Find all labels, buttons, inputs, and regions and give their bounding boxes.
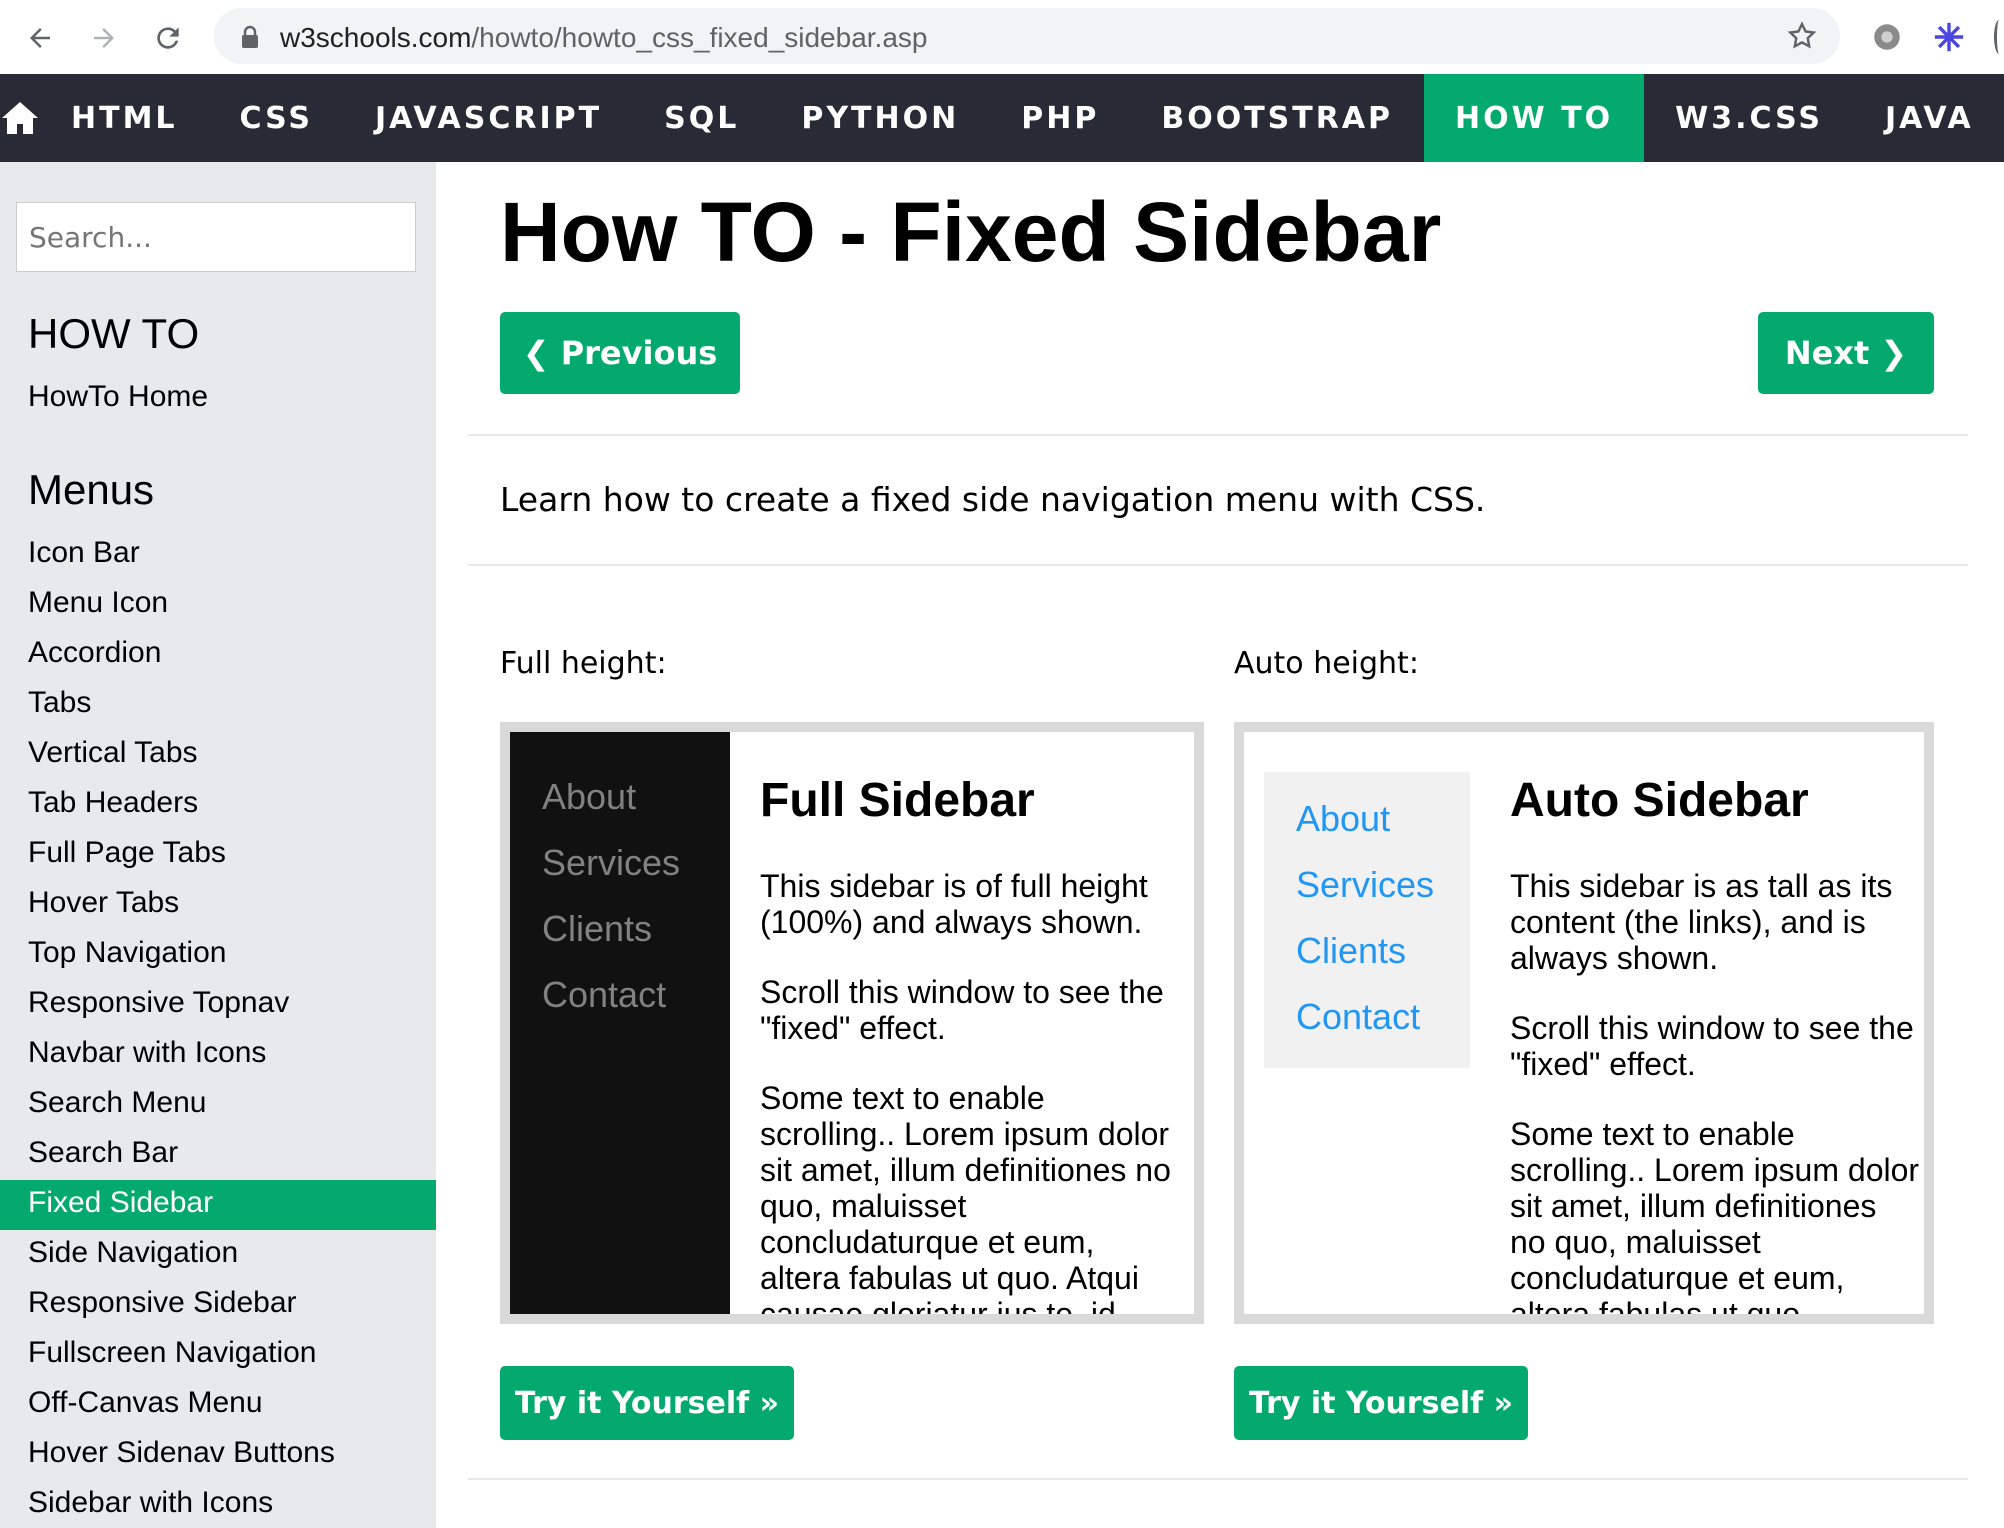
top-navigation: HTML CSS JAVASCRIPT SQL PYTHON PHP BOOTS… <box>0 74 2004 162</box>
demo-paragraph: Scroll this window to see the "fixed" ef… <box>1510 1010 1914 1082</box>
demo-paragraph: Scroll this window to see the "fixed" ef… <box>760 974 1164 1046</box>
sidebar-item[interactable]: Hover Tabs <box>0 880 436 930</box>
sidebar-item[interactable]: Sidebar with Icons <box>0 1480 436 1528</box>
demo-link-about[interactable]: About <box>1296 798 1390 840</box>
demo-link-contact[interactable]: Contact <box>1296 996 1420 1038</box>
demo-link-services[interactable]: Services <box>1296 864 1434 906</box>
home-button[interactable] <box>0 74 40 162</box>
demo-content: Full Sidebar This sidebar is of full hei… <box>760 774 1180 1324</box>
demo-paragraph: This sidebar is of full height (100%) an… <box>760 868 1148 940</box>
full-height-label: Full height: <box>500 646 667 681</box>
sidebar-item-howto-home[interactable]: HowTo Home <box>0 374 436 424</box>
sidebar-item[interactable]: Menu Icon <box>0 580 436 630</box>
extension-gear-icon[interactable] <box>1870 20 1904 59</box>
browser-toolbar: w3schools.com/howto/howto_css_fixed_side… <box>0 0 2004 74</box>
sidebar-item[interactable]: Hover Sidenav Buttons <box>0 1430 436 1480</box>
topnav-w3css[interactable]: W3.CSS <box>1644 74 1854 162</box>
sidebar-item[interactable]: Responsive Sidebar <box>0 1280 436 1330</box>
reload-icon <box>157 27 179 49</box>
url-text: w3schools.com/howto/howto_css_fixed_side… <box>280 22 928 53</box>
topnav-javascript[interactable]: JAVASCRIPT <box>344 74 633 162</box>
topnav-python[interactable]: PYTHON <box>770 74 990 162</box>
auto-height-label: Auto height: <box>1234 646 1419 681</box>
demo-heading: Auto Sidebar <box>1510 774 1809 827</box>
sidebar-item[interactable]: Navbar with Icons <box>0 1030 436 1080</box>
demo-paragraph: Some text to enable scrolling.. Lorem ip… <box>1510 1116 1920 1324</box>
profile-icon[interactable] <box>1994 20 2004 54</box>
topnav-css[interactable]: CSS <box>209 74 344 162</box>
sidebar-item[interactable]: Responsive Topnav <box>0 980 436 1030</box>
demo-link-contact[interactable]: Contact <box>542 974 666 1016</box>
forward-button[interactable] <box>84 18 124 58</box>
demo-link-clients[interactable]: Clients <box>1296 930 1406 972</box>
divider <box>468 1478 1968 1480</box>
back-button[interactable] <box>20 18 60 58</box>
sidebar-heading-howto: HOW TO <box>28 310 200 357</box>
search-input[interactable] <box>16 202 416 272</box>
divider <box>468 434 1968 436</box>
page-title: How TO - Fixed Sidebar <box>500 185 1442 279</box>
demo-link-about[interactable]: About <box>542 776 636 818</box>
topnav-php[interactable]: PHP <box>990 74 1130 162</box>
sidebar-item[interactable]: Off-Canvas Menu <box>0 1380 436 1430</box>
reload-button[interactable] <box>148 18 188 58</box>
sidebar-item-fixed-sidebar-active[interactable]: Fixed Sidebar <box>0 1180 436 1230</box>
full-sidebar-demo[interactable]: About Services Clients Contact Full Side… <box>500 722 1204 1324</box>
sidebar-item[interactable]: Search Bar <box>0 1130 436 1180</box>
topnav-sql[interactable]: SQL <box>633 74 770 162</box>
demo-heading: Full Sidebar <box>760 774 1035 827</box>
demo-link-services[interactable]: Services <box>542 842 680 884</box>
left-sidebar: HOW TO HowTo Home Menus Icon Bar Menu Ic… <box>0 162 436 1528</box>
main-content: How TO - Fixed Sidebar ❮ Previous Next ❯… <box>436 162 2004 1528</box>
intro-text: Learn how to create a fixed side navigat… <box>500 480 1486 519</box>
demo-content: Auto Sidebar This sidebar is as tall as … <box>1510 774 1920 1324</box>
demo-dark-sidebar: About Services Clients Contact <box>510 732 730 1314</box>
next-button[interactable]: Next ❯ <box>1758 312 1934 394</box>
sidebar-item[interactable]: Full Page Tabs <box>0 830 436 880</box>
sidebar-heading-menus: Menus <box>28 466 155 513</box>
home-icon <box>2 102 38 134</box>
sidebar-item[interactable]: Search Menu <box>0 1080 436 1130</box>
auto-sidebar-demo[interactable]: About Services Clients Contact Auto Side… <box>1234 722 1934 1324</box>
extension-snowflake-icon[interactable] <box>1932 20 1966 59</box>
bookmark-star-icon[interactable] <box>1786 20 1818 52</box>
topnav-java[interactable]: JAVA <box>1854 74 2004 162</box>
lock-icon <box>242 25 258 48</box>
arrow-right-icon <box>94 28 114 48</box>
topnav-html[interactable]: HTML <box>40 74 209 162</box>
address-bar[interactable]: w3schools.com/howto/howto_css_fixed_side… <box>214 8 1840 64</box>
sidebar-item[interactable]: Tab Headers <box>0 780 436 830</box>
topnav-howto[interactable]: HOW TO <box>1424 74 1645 162</box>
sidebar-item[interactable]: Accordion <box>0 630 436 680</box>
sidebar-item[interactable]: Tabs <box>0 680 436 730</box>
demo-paragraph: This sidebar is as tall as its content (… <box>1510 868 1893 976</box>
sidebar-item[interactable]: Side Navigation <box>0 1230 436 1280</box>
try-it-yourself-button-auto[interactable]: Try it Yourself » <box>1234 1366 1528 1440</box>
demo-link-clients[interactable]: Clients <box>542 908 652 950</box>
demo-paragraph: Some text to enable scrolling.. Lorem ip… <box>760 1080 1171 1324</box>
sidebar-item[interactable]: Icon Bar <box>0 530 436 580</box>
demo-light-sidebar: About Services Clients Contact <box>1264 772 1470 1068</box>
topnav-bootstrap[interactable]: BOOTSTRAP <box>1130 74 1424 162</box>
arrow-left-icon <box>30 28 50 48</box>
sidebar-item[interactable]: Top Navigation <box>0 930 436 980</box>
divider <box>468 564 1968 566</box>
try-it-yourself-button-full[interactable]: Try it Yourself » <box>500 1366 794 1440</box>
previous-button[interactable]: ❮ Previous <box>500 312 740 394</box>
sidebar-item[interactable]: Fullscreen Navigation <box>0 1330 436 1380</box>
sidebar-item[interactable]: Vertical Tabs <box>0 730 436 780</box>
